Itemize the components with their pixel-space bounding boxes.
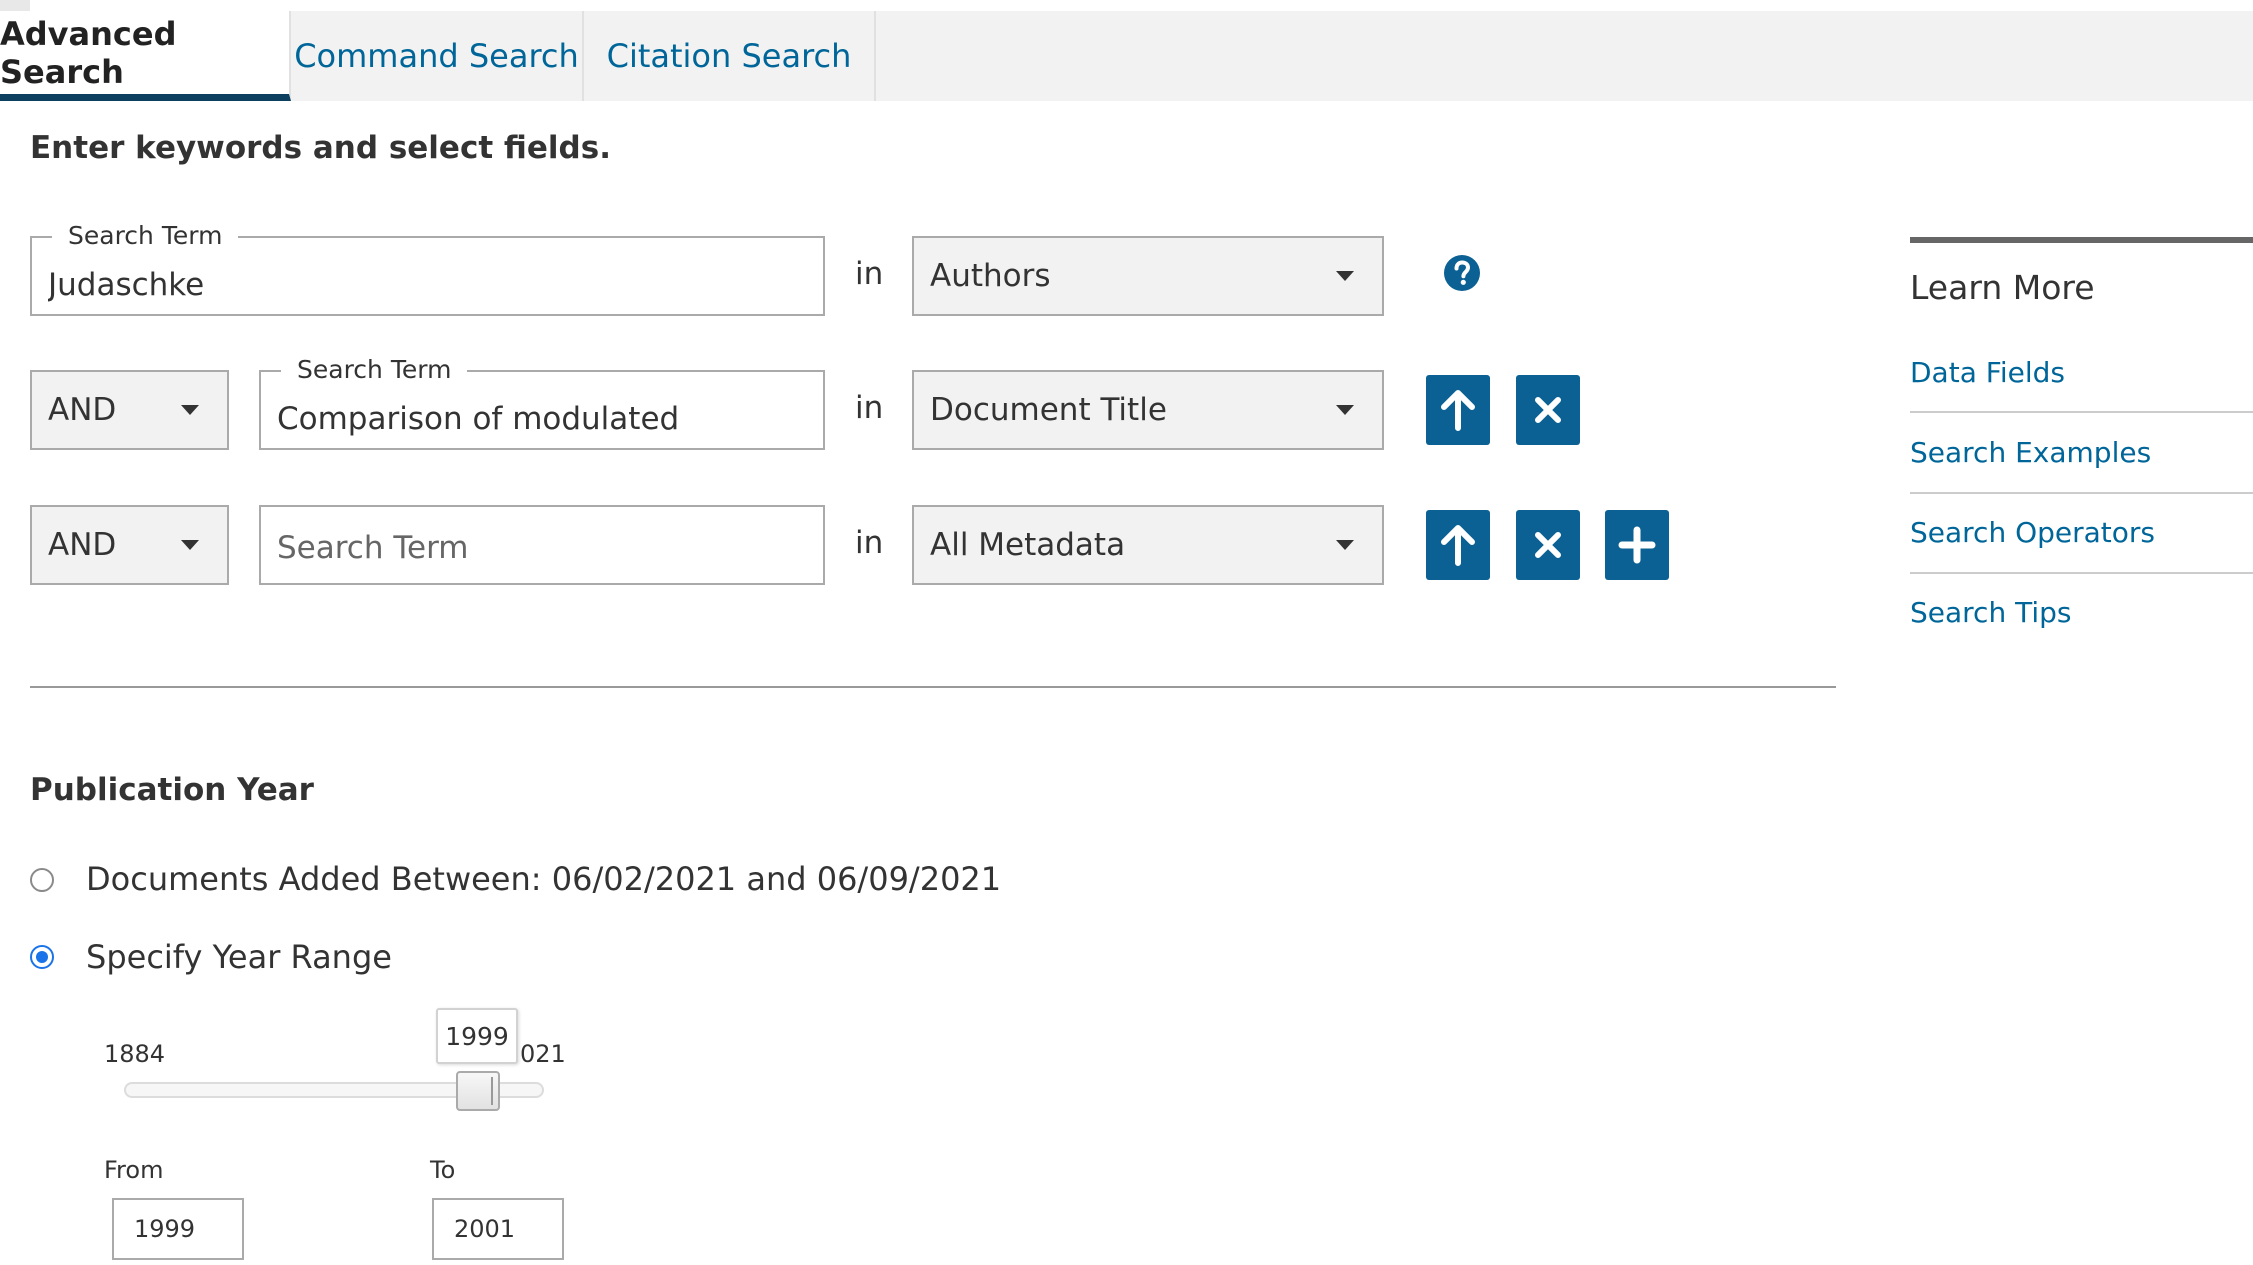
section-divider bbox=[30, 686, 1836, 688]
chevron-down-icon bbox=[181, 405, 199, 415]
remove-row-button-2[interactable] bbox=[1516, 375, 1580, 445]
tab-citation-search[interactable]: Citation Search bbox=[584, 11, 876, 101]
slider-min-label: 1884 bbox=[104, 1040, 166, 1068]
field-select-value-2: Document Title bbox=[930, 392, 1167, 428]
operator-value-2: AND bbox=[48, 392, 117, 428]
in-label-2: in bbox=[855, 390, 884, 426]
operator-select-3[interactable]: AND bbox=[30, 505, 229, 585]
operator-value-3: AND bbox=[48, 527, 117, 563]
question-circle-icon[interactable] bbox=[1443, 254, 1481, 292]
field-select-value-3: All Metadata bbox=[930, 527, 1126, 563]
plus-icon bbox=[1618, 526, 1656, 564]
field-select-2[interactable]: Document Title bbox=[912, 370, 1384, 450]
remove-row-button-3[interactable] bbox=[1516, 510, 1580, 580]
search-term-input-1[interactable] bbox=[32, 238, 823, 314]
search-tabs: Advanced Search Command Search Citation … bbox=[0, 11, 2253, 101]
link-data-fields[interactable]: Data Fields bbox=[1910, 356, 2065, 389]
search-term-input-3[interactable] bbox=[261, 507, 823, 583]
learn-more-top-bar bbox=[1910, 237, 2253, 243]
close-icon bbox=[1535, 532, 1561, 558]
from-year-input[interactable] bbox=[112, 1198, 244, 1260]
learn-more-separator bbox=[1910, 411, 2253, 413]
move-up-button-2[interactable] bbox=[1426, 375, 1490, 445]
radio-documents-added[interactable] bbox=[30, 868, 54, 892]
page-heading: Enter keywords and select fields. bbox=[30, 130, 611, 166]
publication-year-heading: Publication Year bbox=[30, 772, 314, 808]
radio-specify-year-range-label: Specify Year Range bbox=[86, 938, 392, 976]
slider-value-tooltip: 1999 bbox=[436, 1008, 518, 1064]
arrow-up-icon bbox=[1441, 525, 1475, 566]
radio-specify-year-range[interactable] bbox=[30, 945, 54, 969]
search-term-field-2: Search Term bbox=[259, 357, 825, 450]
chevron-down-icon bbox=[181, 540, 199, 550]
tab-advanced-search[interactable]: Advanced Search bbox=[0, 11, 291, 101]
chevron-down-icon bbox=[1336, 271, 1354, 281]
link-search-examples[interactable]: Search Examples bbox=[1910, 436, 2151, 469]
search-term-field-1: Search Term bbox=[30, 223, 825, 316]
move-up-button-3[interactable] bbox=[1426, 510, 1490, 580]
field-select-3[interactable]: All Metadata bbox=[912, 505, 1384, 585]
in-label-3: in bbox=[855, 525, 884, 561]
radio-documents-added-label: Documents Added Between: 06/02/2021 and … bbox=[86, 860, 1002, 898]
search-term-field-3 bbox=[259, 505, 825, 585]
field-select-1[interactable]: Authors bbox=[912, 236, 1384, 316]
chevron-down-icon bbox=[1336, 405, 1354, 415]
link-search-tips[interactable]: Search Tips bbox=[1910, 596, 2071, 629]
search-term-input-2[interactable] bbox=[261, 372, 823, 448]
learn-more-separator bbox=[1910, 492, 2253, 494]
close-icon bbox=[1535, 397, 1561, 423]
slider-max-label: 021 bbox=[520, 1040, 566, 1068]
to-year-input[interactable] bbox=[432, 1198, 564, 1260]
learn-more-title: Learn More bbox=[1910, 268, 2095, 307]
to-label: To bbox=[430, 1156, 456, 1184]
field-select-value-1: Authors bbox=[930, 258, 1051, 294]
arrow-up-icon bbox=[1441, 390, 1475, 431]
link-search-operators[interactable]: Search Operators bbox=[1910, 516, 2155, 549]
add-row-button[interactable] bbox=[1605, 510, 1669, 580]
year-slider-handle[interactable] bbox=[456, 1071, 500, 1111]
chevron-down-icon bbox=[1336, 540, 1354, 550]
tab-command-search[interactable]: Command Search bbox=[291, 11, 584, 101]
from-label: From bbox=[104, 1156, 164, 1184]
operator-select-2[interactable]: AND bbox=[30, 370, 229, 450]
learn-more-separator bbox=[1910, 572, 2253, 574]
in-label-1: in bbox=[855, 256, 884, 292]
